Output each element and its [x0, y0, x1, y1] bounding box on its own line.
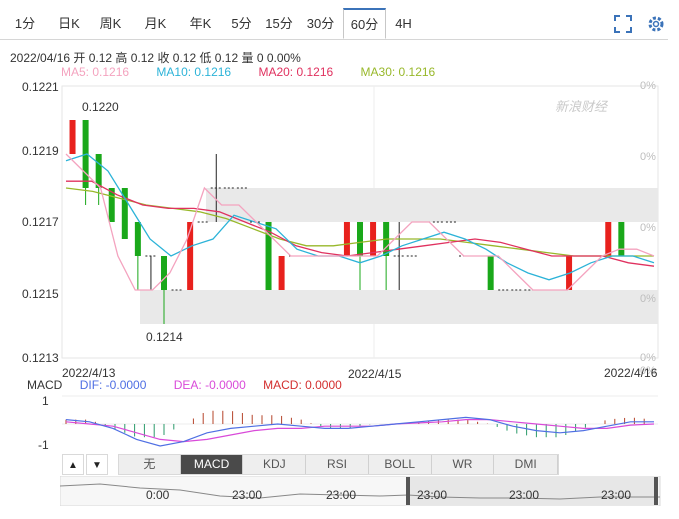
candle-body [278, 256, 285, 290]
macd-value: MACD: 0.0000 [263, 378, 342, 392]
candle-body [357, 222, 363, 256]
pct-tick-label: 0% [640, 352, 656, 364]
price-zone-band [140, 290, 658, 324]
y-tick-label: 0.1213 [22, 351, 59, 365]
indicator-tab-3[interactable]: RSI [306, 455, 369, 474]
scroll-up-button[interactable]: ▲ [62, 454, 84, 475]
indicator-tab-2[interactable]: KDJ [243, 455, 307, 474]
candle-body [605, 222, 612, 256]
pct-tick-label: 0% [640, 293, 656, 305]
sina-finance-watermark: 新浪财经 [555, 99, 608, 114]
indicator-tab-4[interactable]: BOLL [369, 455, 432, 474]
x-date-label: 2022/4/16 [604, 366, 658, 380]
candle-body [134, 222, 141, 256]
macd-y-tick: 1 [42, 394, 49, 408]
y-tick-label: 0.1219 [22, 144, 59, 158]
nav-time-label: 23:00 [232, 488, 263, 502]
scroll-down-button[interactable]: ▼ [86, 454, 108, 475]
high-price-annotation: 0.1220 [82, 100, 119, 114]
nav-time-label: 23:00 [326, 488, 357, 502]
navigator-right-handle [654, 477, 658, 505]
navigator-left-handle [406, 477, 410, 505]
indicator-tab-1[interactable]: MACD [180, 455, 244, 474]
y-tick-label: 0.1217 [22, 215, 59, 229]
nav-time-label: 23:00 [417, 488, 448, 502]
dea-value: DEA: -0.0000 [173, 378, 246, 392]
pct-tick-label: 0% [640, 222, 656, 234]
pct-tick-label: 0% [640, 80, 656, 92]
low-price-annotation: 0.1214 [146, 330, 183, 344]
nav-time-label: 23:00 [601, 488, 632, 502]
candle-body [95, 154, 102, 188]
indicator-tab-6[interactable]: DMI [494, 455, 559, 474]
candle-body [161, 256, 167, 290]
macd-y-tick: -1 [38, 438, 49, 452]
candle-body [487, 256, 494, 290]
dif-value: DIF: -0.0000 [79, 378, 147, 392]
indicator-tab-0[interactable]: 无 [119, 455, 181, 474]
candlestick-chart[interactable] [0, 0, 679, 519]
indicator-tab-5[interactable]: WR [432, 455, 495, 474]
pct-tick-label: 0% [640, 151, 656, 163]
candle-body [69, 120, 76, 154]
y-tick-label: 0.1221 [22, 80, 59, 94]
x-date-label: 2022/4/15 [348, 367, 402, 381]
nav-time-label: 23:00 [509, 488, 540, 502]
indicator-tab-bar: 无 MACD KDJ RSI BOLL WR DMI [118, 454, 559, 475]
candle-body [370, 222, 377, 256]
price-zone-band [206, 188, 658, 222]
macd-legend: MACD DIF: -0.0000 DEA: -0.0000 MACD: 0.0… [27, 378, 356, 392]
candle-body [343, 222, 350, 256]
macd-title: MACD [27, 378, 63, 392]
candle-body [618, 222, 625, 256]
y-tick-label: 0.1215 [22, 287, 59, 301]
nav-time-label: 0:00 [146, 488, 170, 502]
candle-body [187, 222, 194, 290]
